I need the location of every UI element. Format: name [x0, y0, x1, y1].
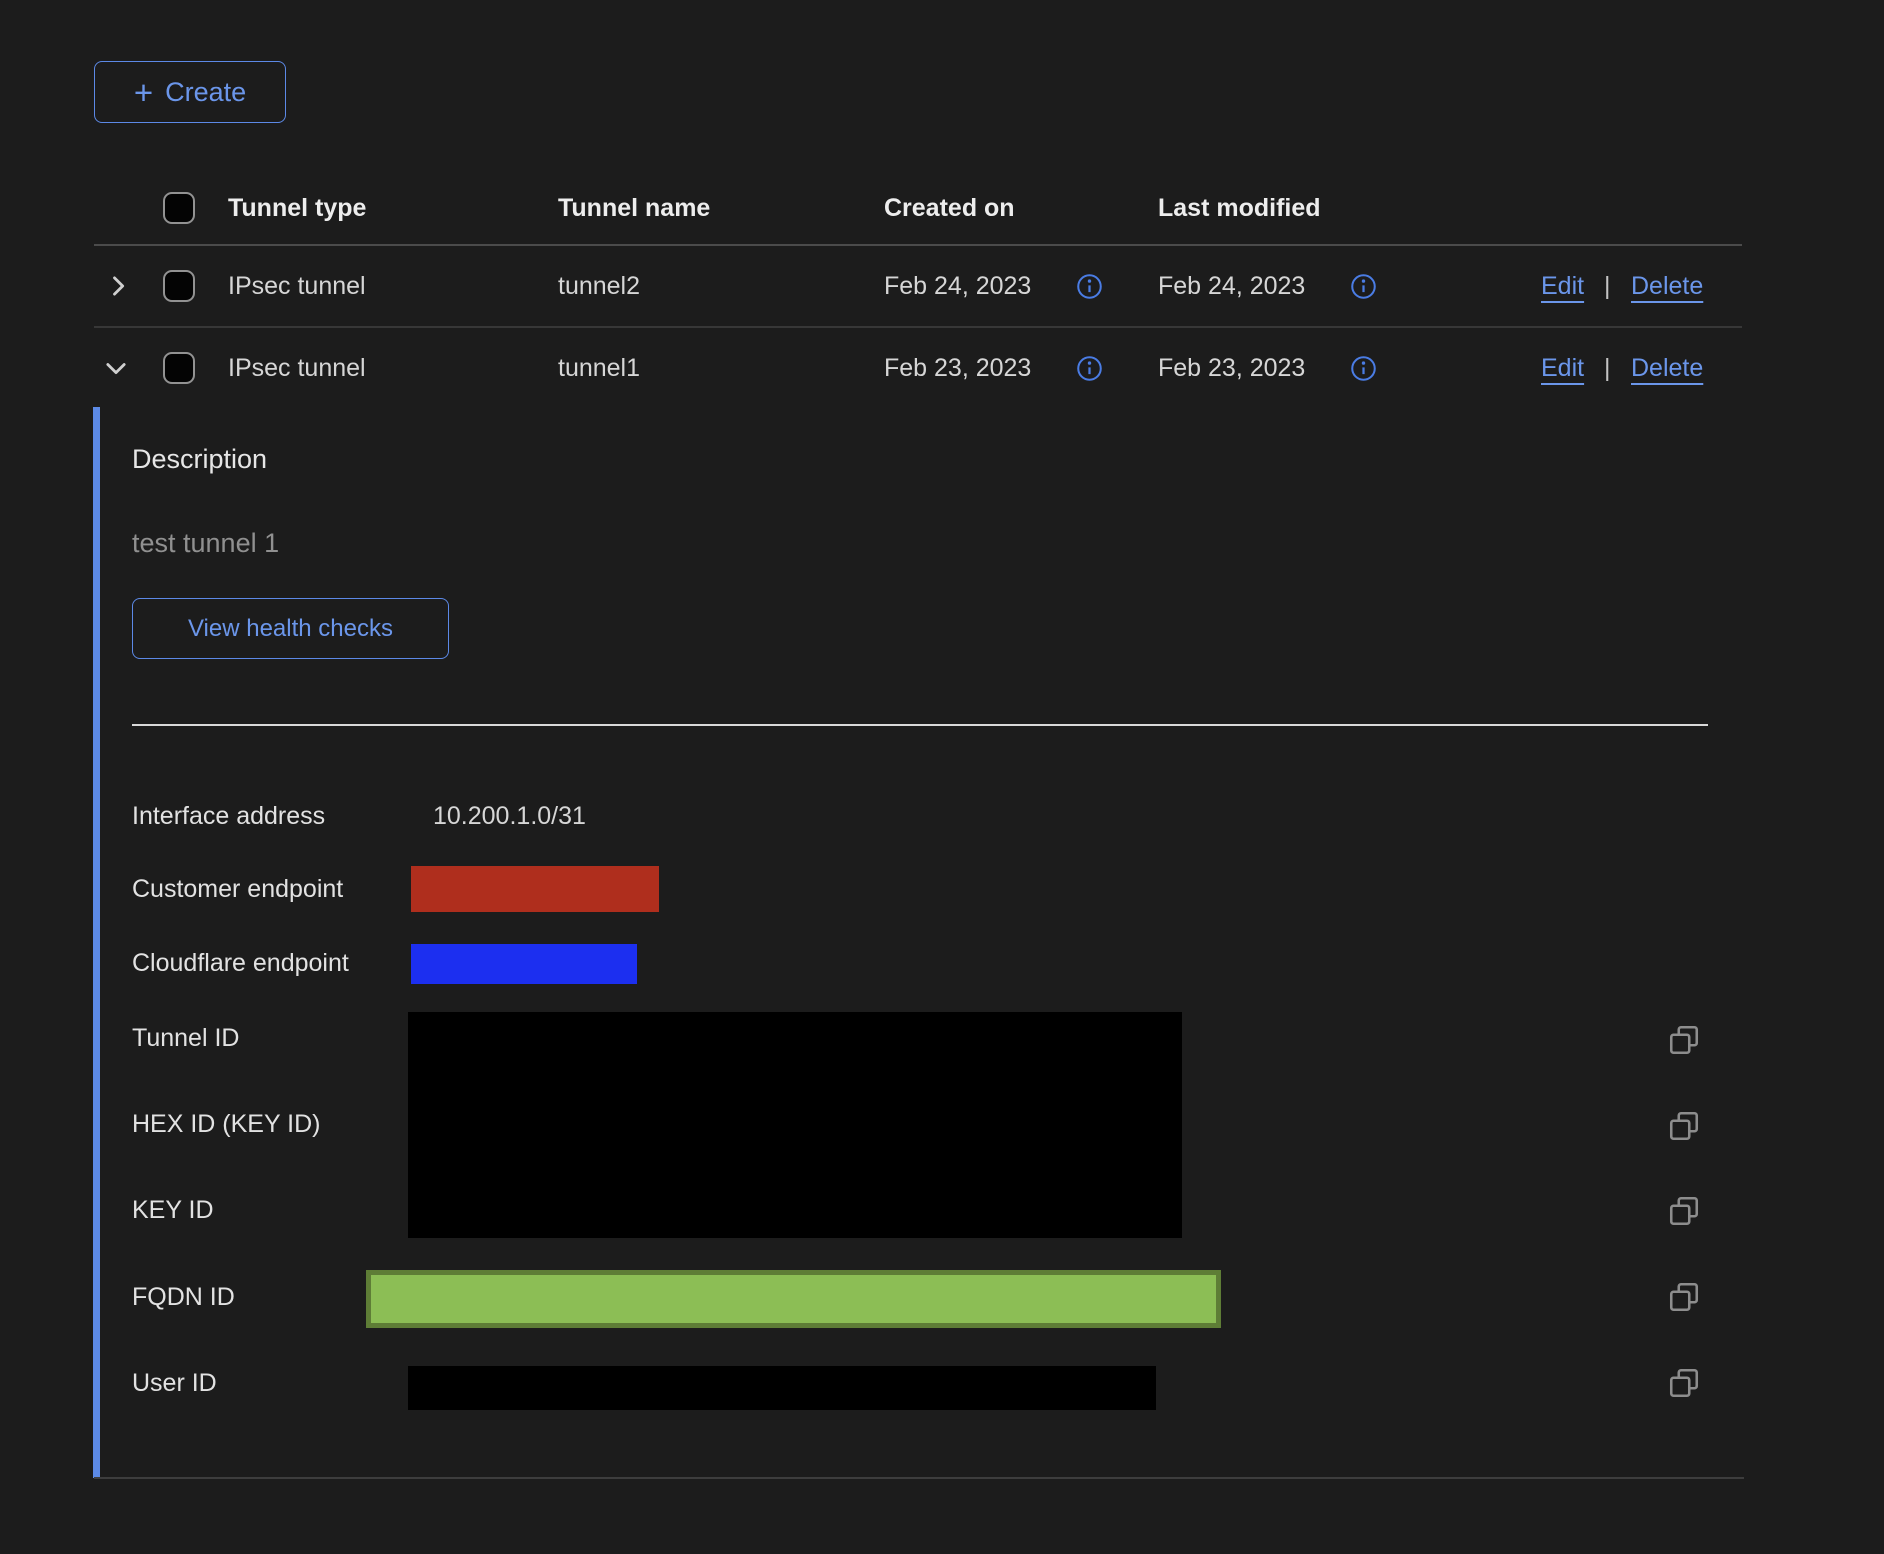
select-all-checkbox[interactable]: [163, 192, 195, 224]
description-label: Description: [132, 444, 267, 475]
view-health-checks-label: View health checks: [188, 615, 393, 643]
user-id-label: User ID: [132, 1369, 217, 1398]
tunnel-name-cell: tunnel1: [558, 354, 640, 383]
delete-link[interactable]: Delete: [1631, 354, 1703, 383]
last-modified-cell: Feb 23, 2023: [1158, 354, 1305, 383]
last-modified-cell: Feb 24, 2023: [1158, 272, 1305, 301]
key-id-label: KEY ID: [132, 1196, 214, 1225]
row-divider: [94, 326, 1742, 328]
view-health-checks-button[interactable]: View health checks: [132, 598, 449, 659]
column-header-tunnel-name: Tunnel name: [558, 194, 710, 223]
column-header-tunnel-type: Tunnel type: [228, 194, 366, 223]
header-divider: [94, 244, 1742, 246]
description-value: test tunnel 1: [132, 528, 279, 559]
tunnel-name-cell: tunnel2: [558, 272, 640, 301]
copy-icon[interactable]: [1666, 1279, 1702, 1315]
tunnels-page: + Create Tunnel type Tunnel name Created…: [0, 0, 1884, 1554]
column-header-last-modified: Last modified: [1158, 194, 1321, 223]
cloudflare-endpoint-redaction: [411, 944, 637, 984]
create-button[interactable]: + Create: [94, 61, 286, 123]
chevron-down-icon[interactable]: [102, 354, 130, 382]
edit-link[interactable]: Edit: [1541, 272, 1584, 301]
tunnel-type-cell: IPsec tunnel: [228, 354, 366, 383]
user-id-redaction: [408, 1366, 1156, 1410]
link-separator: |: [1604, 354, 1611, 383]
row-checkbox[interactable]: [163, 270, 195, 302]
created-on-cell: Feb 23, 2023: [884, 354, 1031, 383]
info-icon[interactable]: [1350, 355, 1377, 382]
fqdn-id-redaction: [366, 1270, 1221, 1328]
delete-link[interactable]: Delete: [1631, 272, 1703, 301]
info-icon[interactable]: [1076, 355, 1103, 382]
row-checkbox[interactable]: [163, 352, 195, 384]
cloudflare-endpoint-label: Cloudflare endpoint: [132, 949, 349, 978]
hex-id-label: HEX ID (KEY ID): [132, 1110, 320, 1139]
interface-address-label: Interface address: [132, 802, 325, 831]
column-header-created-on: Created on: [884, 194, 1015, 223]
tunnel-id-label: Tunnel ID: [132, 1024, 239, 1053]
expanded-row-accent-bar: [93, 407, 100, 1478]
info-icon[interactable]: [1350, 273, 1377, 300]
tunnel-type-cell: IPsec tunnel: [228, 272, 366, 301]
copy-icon[interactable]: [1666, 1108, 1702, 1144]
copy-icon[interactable]: [1666, 1193, 1702, 1229]
customer-endpoint-redaction: [411, 866, 659, 912]
interface-address-value: 10.200.1.0/31: [433, 802, 586, 831]
link-separator: |: [1604, 272, 1611, 301]
chevron-right-icon[interactable]: [104, 272, 132, 300]
fqdn-id-label: FQDN ID: [132, 1283, 235, 1312]
expanded-row-bottom-divider: [94, 1477, 1744, 1479]
copy-icon[interactable]: [1666, 1022, 1702, 1058]
info-icon[interactable]: [1076, 273, 1103, 300]
panel-divider: [132, 724, 1708, 726]
copy-icon[interactable]: [1666, 1365, 1702, 1401]
ids-redaction: [408, 1012, 1182, 1238]
edit-link[interactable]: Edit: [1541, 354, 1584, 383]
create-button-label: Create: [165, 77, 246, 108]
plus-icon: +: [134, 76, 153, 109]
customer-endpoint-label: Customer endpoint: [132, 875, 343, 904]
created-on-cell: Feb 24, 2023: [884, 272, 1031, 301]
